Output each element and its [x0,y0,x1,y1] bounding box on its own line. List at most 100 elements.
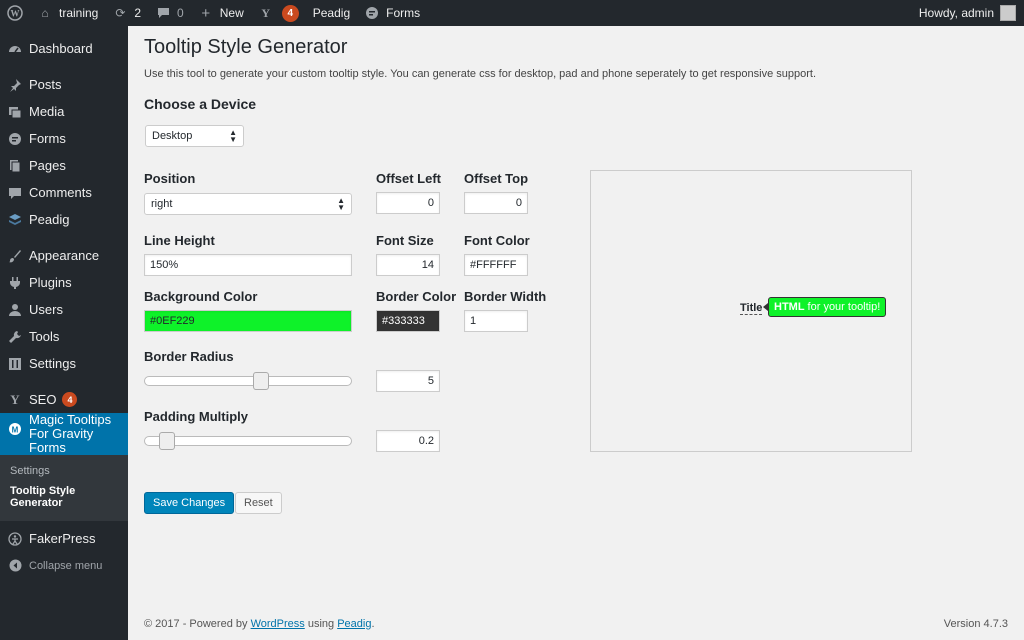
settings-icon [8,357,22,371]
admin-bar: W ⌂ training ⟳ 2 0 + New Y 4 Peadig Form… [0,0,1024,26]
border-color-input[interactable]: #333333 [376,310,440,332]
offset-left-label: Offset Left [376,171,441,186]
menu-item-posts[interactable]: Posts [0,71,128,98]
comments-icon [8,186,22,200]
border-radius-input[interactable]: 5 [376,370,440,392]
pin-icon [8,78,22,92]
submenu-item-settings[interactable]: Settings [0,461,128,481]
wordpress-logo-icon: W [7,5,23,21]
wordpress-link[interactable]: WordPress [251,618,305,630]
menu-item-fakerpress[interactable]: FakerPress [0,525,128,552]
footer: © 2017 - Powered by WordPress using Pead… [144,618,1008,630]
page-description: Use this tool to generate your custom to… [144,68,817,80]
font-color-input[interactable]: #FFFFFF [464,254,528,276]
user-icon [8,303,22,317]
home-icon: ⌂ [41,6,49,20]
line-height-input[interactable]: 150% [144,254,352,276]
menu-label: Comments [29,185,92,200]
seo-badge: 4 [62,392,78,407]
admin-sidebar: Dashboard Posts Media Forms Pages Commen… [0,26,128,640]
position-select-value: right [151,198,173,210]
yoast-icon: Y [261,5,271,20]
menu-label: Tools [29,329,60,344]
comment-bubble-icon [155,5,171,21]
plus-icon: + [201,4,211,22]
fakerpress-icon [8,531,22,546]
menu-label: Posts [29,77,62,92]
comments-count: 0 [177,6,184,20]
offset-left-input[interactable]: 0 [376,192,440,214]
footer-credit: © 2017 - Powered by WordPress using Pead… [144,618,375,630]
media-icon [8,105,22,119]
page-title: Tooltip Style Generator [144,36,348,58]
avatar [1000,5,1016,21]
magic-tooltips-icon: M [8,422,22,436]
device-select[interactable]: Desktop ▲ ▼ [145,125,244,147]
peadig-link[interactable]: Peadig [337,618,371,630]
menu-item-appearance[interactable]: Appearance [0,242,128,269]
menu-item-peadig[interactable]: Peadig [0,206,128,233]
background-color-label: Background Color [144,289,258,304]
device-heading: Choose a Device [144,96,257,112]
updates-link[interactable]: ⟳ 2 [105,0,148,26]
menu-item-comments[interactable]: Comments [0,179,128,206]
background-color-input[interactable]: #0EF229 [144,310,352,332]
menu-label: Settings [29,356,76,371]
menu-item-magic-tooltips[interactable]: M Magic Tooltips For Gravity Forms [0,413,128,455]
font-size-label: Font Size [376,233,434,248]
forms-link[interactable]: Forms [357,0,427,26]
version: Version 4.7.3 [943,618,1008,630]
collapse-menu-button[interactable]: Collapse menu [0,552,128,579]
menu-item-pages[interactable]: Pages [0,152,128,179]
peadig-label: Peadig [312,6,351,20]
menu-item-media[interactable]: Media [0,98,128,125]
border-width-input[interactable]: 1 [464,310,528,332]
menu-item-dashboard[interactable]: Dashboard [0,35,128,62]
border-radius-slider-handle[interactable] [253,372,269,390]
border-width-label: Border Width [464,289,547,304]
save-changes-button[interactable]: Save Changes [144,492,235,514]
paintbrush-icon [8,249,22,263]
border-radius-slider[interactable] [144,372,352,390]
padding-multiply-slider[interactable] [144,432,352,450]
padding-multiply-slider-handle[interactable] [159,432,175,450]
font-size-input[interactable]: 14 [376,254,440,276]
menu-item-forms[interactable]: Forms [0,125,128,152]
peadig-link[interactable]: Peadig [306,0,357,26]
menu-label: Magic Tooltips For Gravity Forms [29,412,112,455]
tooltip-bold-text: HTML [774,301,805,313]
greeting: Howdy, admin [918,6,994,20]
padding-multiply-input[interactable]: 0.2 [376,430,440,452]
menu-item-settings[interactable]: Settings [0,350,128,377]
menu-label: Forms [29,131,66,146]
comments-link[interactable]: 0 [148,0,191,26]
wordpress-logo-button[interactable]: W [0,0,30,26]
menu-item-users[interactable]: Users [0,296,128,323]
offset-top-input[interactable]: 0 [464,192,528,214]
site-name-link[interactable]: ⌂ training [30,0,105,26]
yoast-badge: 4 [281,4,299,22]
submenu-item-tooltip-style-generator[interactable]: Tooltip Style Generator [0,481,90,513]
new-label: New [219,6,244,20]
menu-label: Collapse menu [29,559,103,572]
reset-button[interactable]: Reset [235,492,282,514]
preview-title[interactable]: Title [740,302,763,315]
position-label: Position [144,171,196,186]
pages-icon [8,159,22,173]
plug-icon [8,276,22,290]
updates-count: 2 [134,6,142,20]
forms-icon [364,5,380,21]
position-select[interactable]: right ▲ ▼ [144,193,352,215]
device-select-value: Desktop [152,130,193,142]
new-content-link[interactable]: + New [191,0,251,26]
menu-item-seo[interactable]: Y SEO 4 [0,386,128,413]
menu-label: Appearance [29,248,100,263]
font-color-label: Font Color [464,233,530,248]
yoast-link[interactable]: Y 4 [251,0,306,26]
menu-label: Pages [29,158,66,173]
wrench-icon [8,330,22,344]
account-menu[interactable]: Howdy, admin [919,5,1024,21]
border-radius-label: Border Radius [144,349,234,364]
menu-item-plugins[interactable]: Plugins [0,269,128,296]
menu-item-tools[interactable]: Tools [0,323,128,350]
